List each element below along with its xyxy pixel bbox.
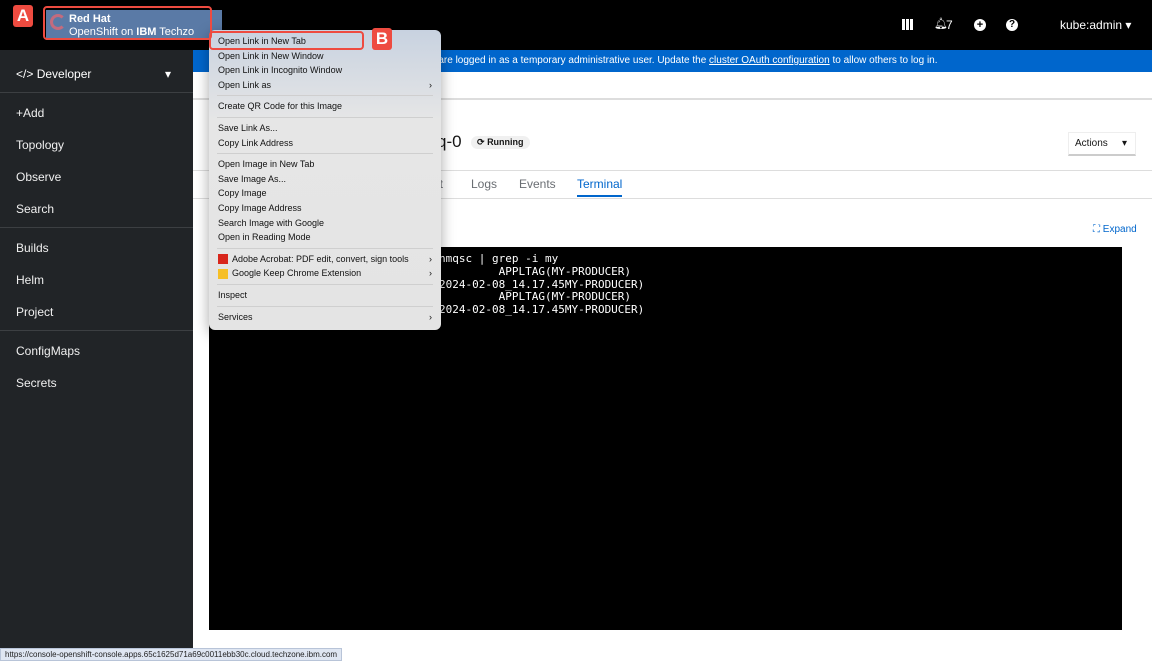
chevron-right-icon: › xyxy=(429,253,432,264)
apps-grid-icon[interactable] xyxy=(902,19,913,30)
chevron-right-icon: › xyxy=(429,268,432,279)
menu-copy-link[interactable]: Copy Link Address xyxy=(209,136,441,151)
highlight-box-b xyxy=(209,31,364,50)
menu-inspect[interactable]: Inspect xyxy=(209,288,441,303)
sidebar-item-add[interactable]: +Add xyxy=(0,97,193,129)
menu-open-link-as[interactable]: Open Link as › xyxy=(209,78,441,93)
sidebar-item-search[interactable]: Search xyxy=(0,193,193,225)
oauth-config-link[interactable]: cluster OAuth configuration xyxy=(709,55,830,66)
acrobat-icon xyxy=(218,254,228,265)
actions-dropdown[interactable]: Actions ▾ xyxy=(1068,132,1136,156)
menu-save-image[interactable]: Save Image As... xyxy=(209,172,441,187)
sidebar-item-observe[interactable]: Observe xyxy=(0,161,193,193)
expand-icon: ⛶ xyxy=(1093,224,1100,235)
menu-open-new-window[interactable]: Open Link in New Window xyxy=(209,49,441,64)
sidebar-item-configmaps[interactable]: ConfigMaps xyxy=(0,335,193,367)
perspective-switcher[interactable]: </> Developer ▾ xyxy=(0,50,193,92)
status-bar-url: https://console-openshift-console.apps.6… xyxy=(0,648,343,661)
menu-save-link[interactable]: Save Link As... xyxy=(209,121,441,136)
tab-logs[interactable]: Logs xyxy=(471,177,497,191)
menu-google-keep[interactable]: Google Keep Chrome Extension › xyxy=(209,266,441,281)
annotation-label-a: A xyxy=(13,5,33,27)
context-menu: Open Link in New Tab Open Link in New Wi… xyxy=(209,30,441,330)
user-menu[interactable]: kube:admin ▾ xyxy=(1060,18,1131,32)
highlight-box-a xyxy=(43,6,212,40)
menu-open-incognito[interactable]: Open Link in Incognito Window xyxy=(209,63,441,78)
sidebar-item-secrets[interactable]: Secrets xyxy=(0,367,193,399)
caret-down-icon: ▾ xyxy=(164,67,171,81)
sidebar-item-topology[interactable]: Topology xyxy=(0,129,193,161)
menu-reading-mode[interactable]: Open in Reading Mode xyxy=(209,230,441,245)
status-badge: ⟳ Running xyxy=(471,136,530,149)
add-icon[interactable]: + xyxy=(974,19,986,31)
menu-open-image[interactable]: Open Image in New Tab xyxy=(209,157,441,172)
expand-button[interactable]: ⛶ Expand xyxy=(1093,224,1137,235)
menu-adobe-acrobat[interactable]: Adobe Acrobat: PDF edit, convert, sign t… xyxy=(209,252,441,267)
tab-terminal[interactable]: Terminal xyxy=(577,177,623,197)
sync-icon: ⟳ xyxy=(477,137,485,147)
tab-events[interactable]: Events xyxy=(519,177,556,191)
menu-copy-image-address[interactable]: Copy Image Address xyxy=(209,201,441,216)
code-icon: </> xyxy=(16,67,34,81)
menu-copy-image[interactable]: Copy Image xyxy=(209,186,441,201)
menu-qr-code[interactable]: Create QR Code for this Image xyxy=(209,99,441,114)
help-icon[interactable]: ? xyxy=(1006,19,1018,31)
menu-services[interactable]: Services › xyxy=(209,310,441,325)
sidebar-item-builds[interactable]: Builds xyxy=(0,232,193,264)
annotation-label-b: B xyxy=(372,28,392,50)
keep-icon xyxy=(218,268,228,279)
chevron-right-icon: › xyxy=(429,311,432,322)
sidebar-item-helm[interactable]: Helm xyxy=(0,264,193,296)
menu-search-image[interactable]: Search Image with Google xyxy=(209,216,441,231)
sidebar-item-project[interactable]: Project xyxy=(0,296,193,328)
notifications-count[interactable]: 7 xyxy=(946,18,953,32)
chevron-right-icon: › xyxy=(429,79,432,90)
sidebar: </> Developer ▾ +Add Topology Observe Sea… xyxy=(0,50,193,661)
